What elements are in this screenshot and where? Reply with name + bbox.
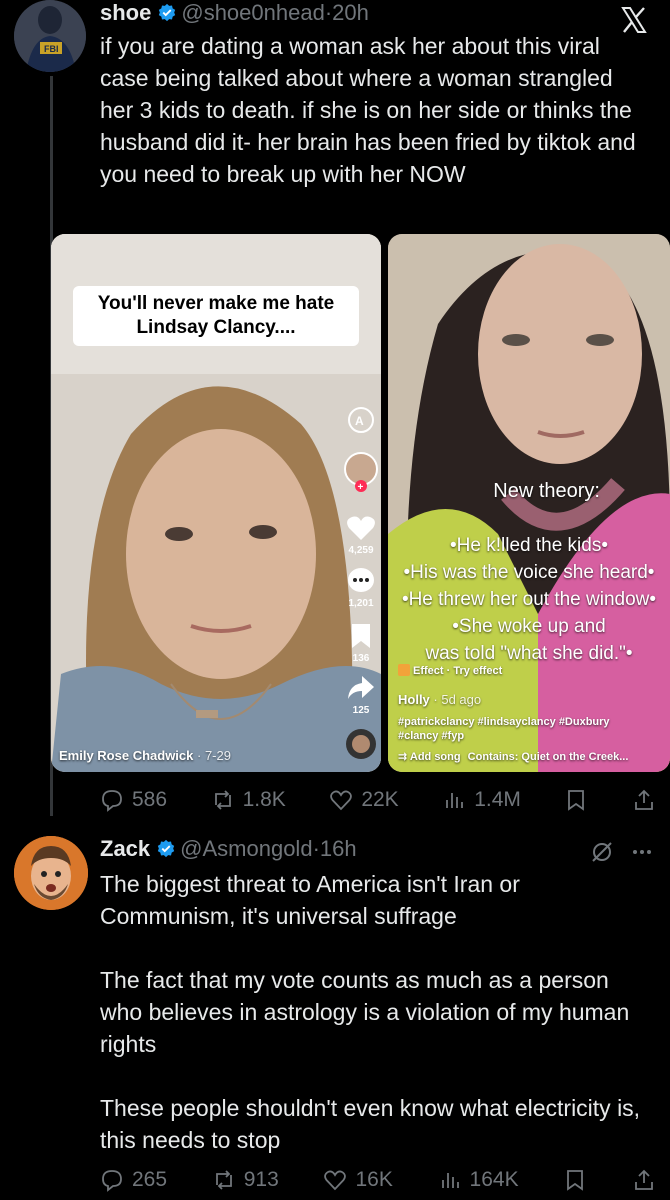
share-count: 125 [352, 705, 370, 716]
author-name: Holly [398, 692, 430, 707]
timestamp[interactable]: 16h [320, 836, 357, 861]
svg-text:+: + [358, 482, 364, 492]
verified-badge-icon [159, 3, 176, 22]
share-icon [635, 1169, 653, 1190]
svg-text:FBI: FBI [44, 44, 59, 54]
reply-button[interactable]: 265 [100, 1168, 167, 1192]
reply-icon [102, 1170, 122, 1192]
video-caption-box: You'll never make me hate Lindsay Clancy… [73, 286, 359, 346]
views-icon [441, 1173, 459, 1188]
bookmark-icon [567, 1170, 584, 1191]
reply-button[interactable]: 586 [100, 788, 167, 812]
effect-tag[interactable]: Effect · Try effect [398, 664, 502, 677]
author-name: Emily Rose Chadwick [59, 748, 194, 763]
svg-text:A: A [355, 414, 364, 428]
media-right-video[interactable]: New theory: •He k!lled the kids• •His wa… [388, 234, 670, 772]
repost-count: 1.8K [242, 788, 286, 811]
avatar[interactable]: FBI [14, 0, 86, 72]
caption-line-1: You'll never make me hate [97, 293, 335, 314]
tweet-actions: 586 1.8K 22K 1.4M [100, 788, 656, 812]
comment-count: 1,201 [348, 598, 374, 609]
repost-icon [214, 790, 231, 810]
heart-icon [324, 1170, 347, 1191]
handle[interactable]: @shoe0nhead [181, 0, 324, 25]
like-count: 4,259 [348, 545, 374, 556]
reply-count: 265 [132, 1168, 168, 1191]
creator-avatar[interactable]: + [341, 452, 381, 495]
media-left-video[interactable]: You'll never make me hate Lindsay Clancy… [51, 234, 381, 772]
views-button[interactable]: 1.4M [442, 788, 521, 812]
contains-label: Contains: Quiet on the Creek... [467, 751, 629, 763]
hashtags-line[interactable]: #patrickclancy #lindsayclancy #Duxbury [398, 716, 610, 728]
tweet-actions: 265 913 16K 164K [100, 1168, 656, 1192]
share-icon [635, 789, 653, 810]
display-name[interactable]: Zack [100, 836, 150, 861]
video-author[interactable]: Emily Rose Chadwick · 7-29 [59, 748, 231, 763]
tweet-paragraph: The biggest threat to America isn't Iran… [100, 871, 520, 929]
sound-disc-icon[interactable] [341, 728, 381, 763]
video-author[interactable]: Holly · 5d ago [398, 692, 481, 707]
bookmark-button[interactable] [563, 1168, 587, 1192]
bookmark-count: 136 [352, 653, 370, 664]
theory-line: •He threw her out the window• [401, 589, 657, 610]
tweet-header: shoe @shoe0nhead·20h [100, 0, 650, 26]
reply-count: 586 [132, 788, 168, 811]
bookmark-button[interactable] [564, 788, 588, 812]
theory-line: •His was the voice she heard• [403, 562, 655, 583]
reply-icon [102, 790, 122, 812]
comment-icon[interactable]: 1,201 [341, 567, 381, 609]
theory-line: •She woke up and [452, 616, 606, 637]
repost-button[interactable]: 913 [212, 1168, 279, 1192]
like-button[interactable]: 22K [329, 788, 399, 812]
bookmark-icon[interactable]: 136 [341, 622, 381, 664]
add-song-label: Add song [409, 751, 461, 763]
avatar[interactable] [14, 836, 88, 910]
post-date: · 7-29 [197, 748, 231, 763]
overlay-theory-list: •He k!lled the kids• •His was the voice … [388, 532, 670, 667]
separator-dot: · [312, 836, 320, 861]
tweet-zack[interactable]: Zack @Asmongold·16h The biggest threat to… [0, 820, 670, 1200]
repost-button[interactable]: 1.8K [211, 788, 286, 812]
tweet-text: The biggest threat to America isn't Iran… [100, 868, 644, 1156]
more-options-icon[interactable] [630, 840, 654, 864]
caption-line-2: Lindsay Clancy.... [136, 317, 296, 338]
tweet-header: Zack @Asmongold·16h [100, 836, 650, 862]
repost-icon [215, 1170, 232, 1190]
post-date: · 5d ago [433, 692, 482, 707]
view-count: 164K [469, 1168, 519, 1191]
views-icon [446, 793, 464, 808]
tweet-shoe[interactable]: FBI shoe @shoe0nhead·20h if you are datin… [0, 0, 670, 820]
tweet-text: if you are dating a woman ask her about … [100, 30, 644, 190]
sound-bar[interactable]: ⇉ Add song Contains: Quiet on the Creek.… [398, 750, 628, 763]
add-song-icon: ⇉ [398, 751, 408, 763]
view-count: 1.4M [474, 788, 521, 811]
like-button[interactable]: 16K [323, 1168, 393, 1192]
share-button[interactable] [632, 788, 656, 812]
heart-icon [330, 790, 353, 811]
theory-line: was told "what she did."• [425, 643, 633, 664]
verified-badge-icon [157, 839, 175, 858]
repost-count: 913 [243, 1168, 279, 1191]
tweet-paragraph: The fact that my vote counts as much as … [100, 967, 630, 1057]
like-count: 22K [361, 788, 399, 811]
hashtags-line[interactable]: #clancy #fyp [398, 730, 464, 742]
theory-line: •He k!lled the kids• [450, 535, 608, 556]
like-count: 16K [355, 1168, 393, 1191]
tweet-body: if you are dating a woman ask her about … [100, 33, 636, 187]
display-name[interactable]: shoe [100, 0, 151, 25]
overlay-title: New theory: [493, 480, 600, 502]
handle[interactable]: @Asmongold [180, 836, 312, 861]
share-icon[interactable]: 125 [341, 674, 381, 716]
share-button[interactable] [632, 1168, 656, 1192]
effect-icon [398, 664, 410, 676]
tiktok-capcut-icon[interactable]: A [341, 406, 381, 439]
effect-label: Effect · Try effect [413, 665, 503, 677]
views-button[interactable]: 164K [438, 1168, 519, 1192]
timestamp[interactable]: 20h [332, 0, 369, 25]
grok-icon[interactable] [590, 840, 614, 864]
tweet-paragraph: These people shouldn't even know what el… [100, 1095, 641, 1153]
like-heart-icon[interactable]: 4,259 [341, 514, 381, 556]
bookmark-icon [568, 790, 585, 811]
